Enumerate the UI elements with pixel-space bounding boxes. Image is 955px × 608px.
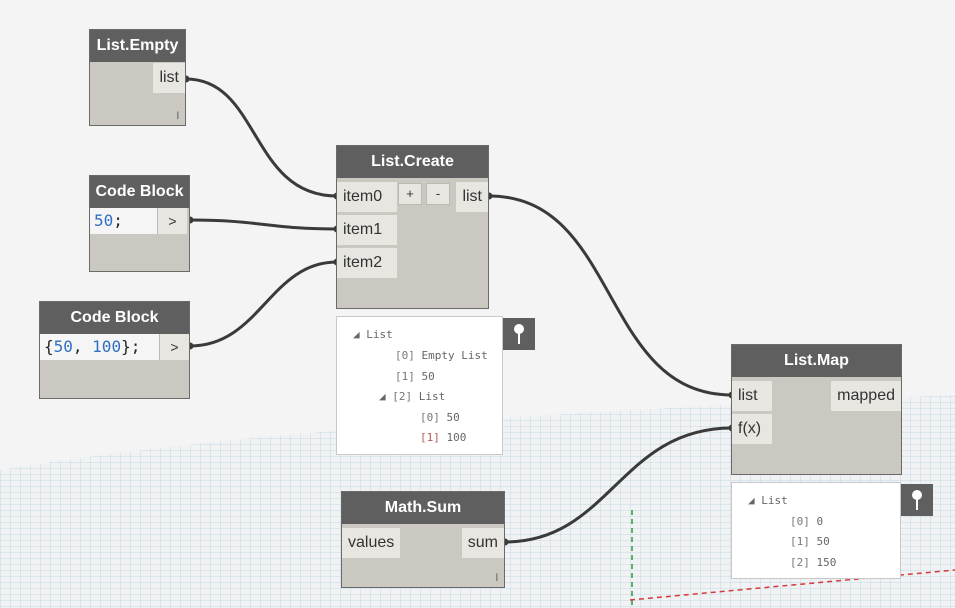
tree-row-root[interactable]: ◢ List [748, 494, 788, 507]
remove-input-button[interactable]: - [426, 183, 450, 205]
tree-row: [0] 50 [420, 411, 460, 424]
collapse-icon[interactable]: ◢ [748, 494, 761, 507]
tree-row[interactable]: ◢ [2] List [379, 390, 445, 403]
input-port-values[interactable]: values [342, 528, 401, 558]
input-port-list[interactable]: list [732, 381, 772, 411]
code-number: 50 [94, 211, 114, 230]
input-port-item2[interactable]: item2 [337, 248, 397, 278]
lacing-indicator[interactable]: l [177, 111, 179, 122]
tree-row: [1] 50 [395, 370, 435, 383]
code-row: {50, 100}; > [40, 334, 189, 360]
collapse-icon[interactable]: ◢ [353, 328, 366, 341]
node-code-block-list[interactable]: Code Block {50, 100}; > [39, 301, 190, 399]
code-editor[interactable]: 50; [90, 208, 157, 234]
node-title: Math.Sum [342, 492, 504, 524]
node-title: Code Block [40, 302, 189, 334]
output-port-mapped[interactable]: mapped [831, 381, 901, 411]
tree-row: [1] 50 [790, 535, 830, 548]
tree-row: [0] Empty List [395, 349, 488, 362]
input-port-fx[interactable]: f(x) [732, 414, 772, 444]
output-port-list[interactable]: list [153, 63, 185, 93]
output-port-sum[interactable]: sum [461, 528, 504, 558]
output-port[interactable]: > [157, 208, 187, 234]
output-port-list[interactable]: list [456, 182, 488, 212]
code-text: , [72, 337, 93, 356]
output-port[interactable]: > [159, 334, 189, 360]
tree-row-root[interactable]: ◢ List [353, 328, 393, 341]
input-port-item0[interactable]: item0 [337, 182, 397, 212]
lacing-indicator[interactable]: l [496, 573, 498, 584]
pin-preview-icon[interactable] [901, 484, 933, 516]
tree-row: [2] 150 [790, 556, 837, 569]
preview-list-map[interactable]: ◢ List [0] 0 [1] 50 [2] 150 [731, 482, 901, 579]
code-text: }; [121, 337, 141, 356]
input-port-item1[interactable]: item1 [337, 215, 397, 245]
code-text: { [44, 337, 54, 356]
node-title: List.Empty [90, 30, 185, 62]
node-math-sum[interactable]: Math.Sum values sum l [341, 491, 505, 588]
graph-canvas[interactable]: List.Empty list l Code Block 50; > Code … [0, 0, 955, 608]
tree-row: [0] 0 [790, 515, 824, 528]
preview-list-create[interactable]: ◢ List [0] Empty List [1] 50 ◢ [2] List … [336, 316, 503, 455]
node-title: Code Block [90, 176, 189, 208]
code-text: ; [113, 211, 123, 230]
node-title: List.Map [732, 345, 901, 377]
code-number: 100 [92, 337, 122, 356]
code-row: 50; > [90, 208, 187, 234]
node-list-empty[interactable]: List.Empty list l [89, 29, 186, 126]
code-number: 50 [53, 337, 73, 356]
tree-row: [1] 100 [420, 431, 467, 444]
add-input-button[interactable]: + [398, 183, 422, 205]
node-title: List.Create [337, 146, 488, 178]
collapse-icon[interactable]: ◢ [379, 390, 392, 403]
code-editor[interactable]: {50, 100}; [40, 334, 159, 360]
pin-preview-icon[interactable] [503, 318, 535, 350]
node-list-map[interactable]: List.Map list f(x) mapped [731, 344, 902, 475]
node-list-create[interactable]: List.Create item0 item1 item2 + - list [336, 145, 489, 309]
node-code-block-50[interactable]: Code Block 50; > [89, 175, 190, 272]
